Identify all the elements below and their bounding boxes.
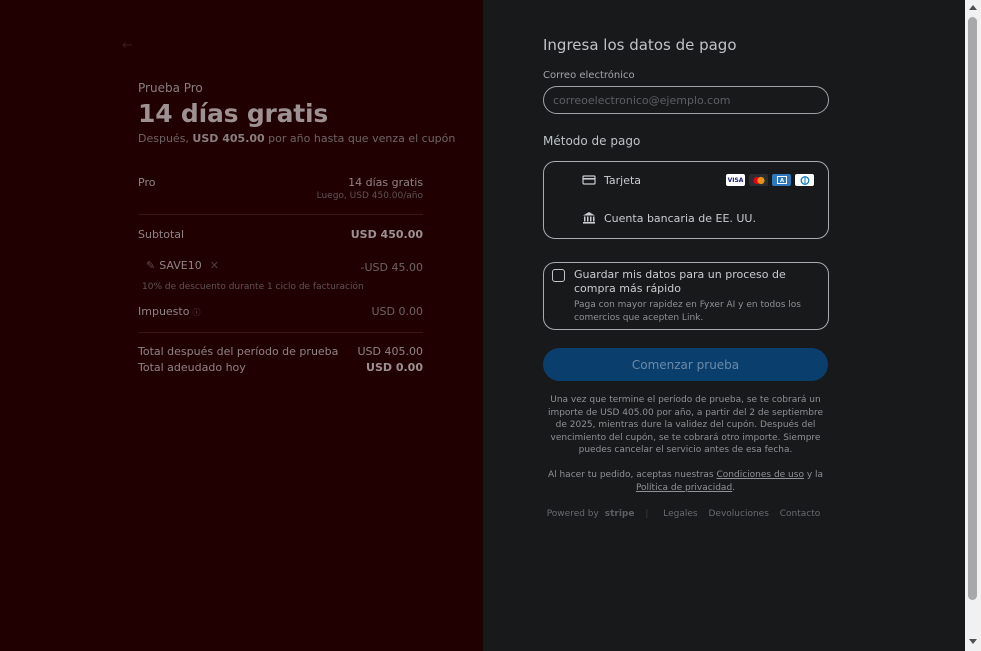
due-today-row: Total adeudado hoy USD 0.00 — [138, 361, 423, 374]
line-item-name: Pro — [138, 176, 156, 189]
due-today-value: USD 0.00 — [366, 361, 423, 374]
line-item-value: 14 días gratis — [348, 176, 423, 189]
save-info-box: Guardar mis datos para un proceso de com… — [543, 262, 829, 330]
trial-headline: 14 días gratis — [138, 99, 329, 128]
vertical-scrollbar[interactable] — [965, 0, 981, 651]
scroll-up-arrow-icon[interactable] — [969, 5, 977, 10]
payment-option-bank[interactable]: Cuenta bancaria de EE. UU. — [582, 211, 756, 225]
footer-link-legal[interactable]: Legales — [663, 509, 697, 519]
legal-text: Al hacer tu pedido, aceptas nuestras Con… — [543, 469, 828, 494]
footer-link-contact[interactable]: Contacto — [780, 509, 821, 519]
payment-option-card[interactable]: Tarjeta — [582, 173, 641, 187]
trial-terms-text: Una vez que termine el período de prueba… — [547, 395, 824, 455]
bank-label: Cuenta bancaria de EE. UU. — [604, 211, 756, 225]
legal-suffix: . — [732, 482, 736, 493]
stripe-logo[interactable]: stripe — [605, 509, 635, 519]
order-summary-panel: ← Prueba Pro 14 días gratis Después, USD… — [0, 0, 483, 651]
visa-icon: VISA — [726, 174, 745, 186]
card-icon — [582, 173, 596, 187]
card-brands: VISA A — [726, 174, 814, 186]
coupon-description: 10% de descuento durante 1 ciclo de fact… — [142, 282, 364, 292]
tag-icon: ✎ — [146, 259, 156, 272]
info-icon[interactable]: ⓘ — [192, 308, 200, 317]
payment-method-box: Tarjeta VISA A Cuenta bancaria de EE. UU… — [543, 161, 829, 239]
divider — [138, 214, 423, 215]
tax-label: Impuesto — [138, 305, 190, 318]
save-info-title: Guardar mis datos para un proceso de com… — [574, 268, 786, 295]
subtotal-row: Subtotal USD 450.00 — [138, 228, 423, 241]
after-trial-value: USD 405.00 — [357, 345, 424, 358]
start-trial-button[interactable]: Comenzar prueba — [543, 348, 828, 381]
terms-of-use-link[interactable]: Condiciones de uso — [716, 470, 803, 480]
subtotal-value: USD 450.00 — [350, 228, 423, 241]
line-item-sub: Luego, USD 450.00/año — [316, 191, 423, 201]
subline-suffix: por año hasta que venza el cupón — [264, 132, 456, 145]
subline-amount: USD 405.00 — [192, 132, 265, 145]
save-info-checkbox[interactable] — [552, 269, 565, 282]
scrollbar-thumb[interactable] — [968, 17, 977, 600]
svg-text:A: A — [780, 178, 784, 184]
amex-icon: A — [772, 174, 791, 186]
bank-icon — [582, 211, 596, 225]
footer: Powered by stripe | Legales Devoluciones… — [543, 509, 828, 519]
powered-by-label: Powered by — [546, 509, 599, 519]
due-today-label: Total adeudado hoy — [138, 361, 246, 374]
mastercard-icon — [749, 174, 768, 186]
legal-mid: y la — [803, 470, 824, 480]
back-arrow-icon[interactable]: ← — [122, 38, 133, 53]
trial-subline: Después, USD 405.00 por año hasta que ve… — [138, 132, 455, 145]
after-trial-label: Total después del período de prueba — [138, 345, 339, 358]
tax-row: Impuesto ⓘ USD 0.00 — [138, 305, 423, 318]
legal-prefix: Al hacer tu pedido, aceptas nuestras — [547, 470, 717, 480]
divider — [138, 332, 423, 333]
payment-method-label: Método de pago — [543, 134, 641, 148]
scroll-down-arrow-icon[interactable] — [969, 639, 977, 644]
diners-club-icon — [795, 174, 814, 186]
save-info-description: Paga con mayor rapidez en Fyxer AI y en … — [574, 300, 801, 323]
tax-value: USD 0.00 — [371, 305, 424, 318]
footer-link-refunds[interactable]: Devoluciones — [709, 509, 769, 519]
product-name: Prueba Pro — [138, 81, 203, 95]
subtotal-label: Subtotal — [138, 228, 185, 241]
email-input[interactable] — [543, 86, 829, 114]
after-trial-row: Total después del período de prueba USD … — [138, 345, 423, 358]
payment-title: Ingresa los datos de pago — [543, 36, 737, 54]
email-label: Correo electrónico — [543, 70, 635, 81]
remove-coupon-icon[interactable]: ✕ — [210, 259, 219, 272]
card-label: Tarjeta — [604, 173, 642, 187]
line-item-row: Pro 14 días gratis — [138, 176, 423, 189]
privacy-policy-link[interactable]: Política de privacidad — [636, 483, 732, 493]
coupon-value: -USD 45.00 — [360, 261, 423, 274]
footer-separator: | — [645, 509, 649, 519]
coupon-chip: ✎ SAVE10 ✕ — [146, 259, 219, 272]
subline-prefix: Después, — [138, 132, 193, 145]
coupon-code: SAVE10 — [159, 259, 202, 272]
